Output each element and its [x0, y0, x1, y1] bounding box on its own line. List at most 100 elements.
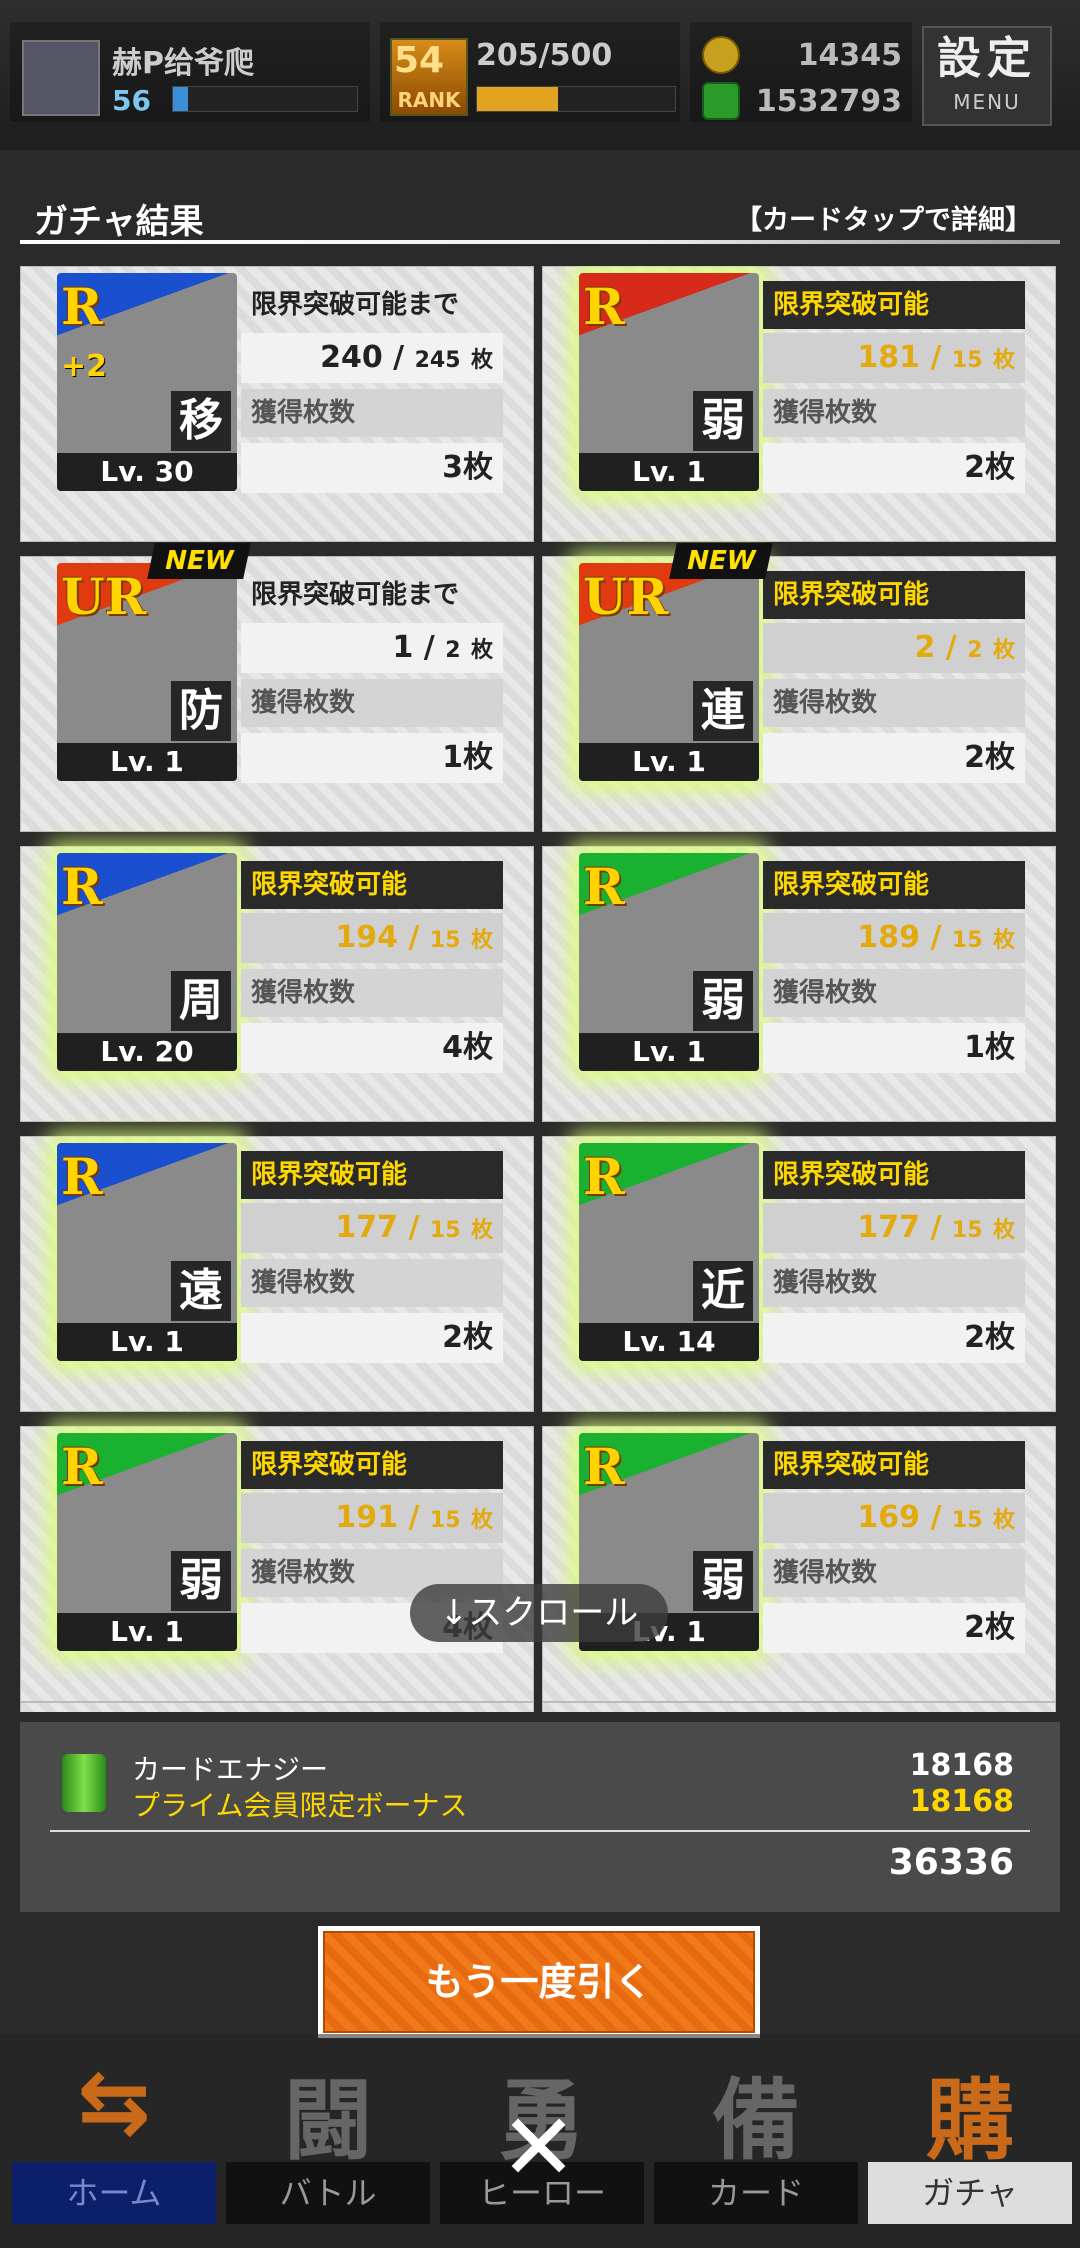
type-kanji: 移	[171, 391, 231, 451]
energy-count: 1532793	[755, 84, 902, 119]
page-title: ガチャ結果	[34, 202, 204, 242]
nav-home-label: ホーム	[12, 2162, 216, 2224]
obtained-count: 4枚	[241, 1023, 503, 1073]
limit-break-status: 限界突破可能	[763, 861, 1025, 909]
card-thumbnail[interactable]: R 弱 Lv. 1	[579, 273, 759, 491]
close-icon[interactable]: ✕	[500, 2102, 577, 2194]
nav-home[interactable]: ⇆ ホーム	[8, 2040, 220, 2240]
rarity-badge: R	[583, 1147, 625, 1206]
limit-break-status: 限界突破可能	[763, 281, 1025, 329]
type-kanji: 連	[693, 681, 753, 741]
nav-card[interactable]: 備 カード	[650, 2040, 862, 2240]
limit-break-status: 限界突破可能まで	[251, 290, 460, 320]
obtained-count: 2枚	[763, 1313, 1025, 1363]
card-thumbnail[interactable]: UR 防 Lv. 1	[57, 563, 237, 781]
type-kanji: 近	[693, 1261, 753, 1321]
card-result-tile[interactable]: R 弱 Lv. 1 限界突破可能 191 / 15 枚 獲得枚数 4枚	[20, 1426, 534, 1702]
player-name: 赫P给爷爬	[112, 46, 254, 81]
card-result-tile-partial[interactable]	[20, 1702, 534, 1712]
owned-count: 240 / 245 枚	[241, 333, 503, 383]
card-level: Lv. 20	[57, 1033, 237, 1071]
obtained-label: 獲得枚数	[763, 679, 1025, 727]
card-thumbnail[interactable]: R +2 移 Lv. 30	[57, 273, 237, 491]
nav-battle[interactable]: 闘 バトル	[222, 2040, 434, 2240]
card-result-tile[interactable]: R +2 移 Lv. 30 限界突破可能まで 240 / 245 枚 獲得枚数 …	[20, 266, 534, 542]
rank-bar	[476, 86, 676, 112]
menu-kanji: 設定	[937, 33, 1037, 84]
nav-gacha-label: ガチャ	[868, 2162, 1072, 2224]
obtained-label: 獲得枚数	[241, 679, 503, 727]
owned-count: 177 / 15 枚	[241, 1203, 503, 1253]
gacha-icon: 購	[925, 2069, 1014, 2172]
owned-count: 169 / 15 枚	[763, 1493, 1025, 1543]
card-result-tile[interactable]: R 周 Lv. 20 限界突破可能 194 / 15 枚 獲得枚数 4枚	[20, 846, 534, 1122]
bonus-value: 18168	[909, 1784, 1014, 1819]
owned-count: 189 / 15 枚	[763, 913, 1025, 963]
obtained-label: 獲得枚数	[763, 389, 1025, 437]
plus-badge: +2	[61, 349, 108, 384]
obtained-label: 獲得枚数	[241, 969, 503, 1017]
card-thumbnail[interactable]: R 遠 Lv. 1	[57, 1143, 237, 1361]
card-level: Lv. 1	[57, 1323, 237, 1361]
new-badge: NEW	[669, 543, 774, 579]
bonus-label: プライム会員限定ボーナス	[132, 1789, 468, 1822]
menu-label: MENU	[953, 90, 1021, 114]
card-level: Lv. 30	[57, 453, 237, 491]
obtained-label: 獲得枚数	[763, 969, 1025, 1017]
card-thumbnail[interactable]: R 弱 Lv. 1	[579, 853, 759, 1071]
card-thumbnail[interactable]: R 近 Lv. 14	[579, 1143, 759, 1361]
rarity-badge: R	[61, 857, 103, 916]
card-thumbnail[interactable]: R 周 Lv. 20	[57, 853, 237, 1071]
energy-divider	[50, 1830, 1030, 1832]
nav-gacha[interactable]: 購 ガチャ	[864, 2040, 1076, 2240]
card-result-tile[interactable]: R 弱 Lv. 1 限界突破可能 189 / 15 枚 獲得枚数 1枚	[542, 846, 1056, 1122]
rarity-badge: R	[61, 1437, 103, 1496]
card-level: Lv. 1	[57, 1613, 237, 1651]
limit-break-status: 限界突破可能	[763, 571, 1025, 619]
limit-break-status: 限界突破可能	[241, 861, 503, 909]
obtained-label: 獲得枚数	[763, 1549, 1025, 1597]
type-kanji: 防	[171, 681, 231, 741]
rarity-badge: R	[583, 277, 625, 336]
energy-summary: カードエナジー プライム会員限定ボーナス 18168 18168 36336	[20, 1722, 1060, 1912]
obtained-label: 獲得枚数	[241, 389, 503, 437]
gacha-results-grid[interactable]: R +2 移 Lv. 30 限界突破可能まで 240 / 245 枚 獲得枚数 …	[20, 266, 1060, 1712]
limit-break-status: 限界突破可能	[241, 1441, 503, 1489]
owned-count: 177 / 15 枚	[763, 1203, 1025, 1253]
card-result-tile[interactable]: R 弱 Lv. 1 限界突破可能 169 / 15 枚 獲得枚数 2枚	[542, 1426, 1056, 1702]
card-result-tile[interactable]: R 近 Lv. 14 限界突破可能 177 / 15 枚 獲得枚数 2枚	[542, 1136, 1056, 1412]
rarity-badge: R	[61, 277, 103, 336]
card-level: Lv. 1	[579, 743, 759, 781]
obtained-count: 2枚	[763, 733, 1025, 783]
card-icon: 備	[711, 2069, 800, 2172]
scroll-hint: ↓スクロール	[410, 1584, 668, 1642]
card-result-tile-partial[interactable]	[542, 1702, 1056, 1712]
draw-again-button[interactable]: もう一度引く	[318, 1926, 760, 2038]
type-kanji: 弱	[693, 391, 753, 451]
obtained-count: 1枚	[763, 1023, 1025, 1073]
type-kanji: 弱	[693, 1551, 753, 1611]
owned-count: 194 / 15 枚	[241, 913, 503, 963]
energy-total: 36336	[888, 1842, 1014, 1883]
card-result-tile[interactable]: UR 防 Lv. 1 NEW 限界突破可能まで 1 / 2 枚 獲得枚数 1枚	[20, 543, 534, 832]
obtained-count: 3枚	[241, 443, 503, 493]
energy-value: 18168	[909, 1748, 1014, 1783]
obtained-count: 2枚	[763, 1603, 1025, 1653]
obtained-label: 獲得枚数	[763, 1259, 1025, 1307]
card-thumbnail[interactable]: R 弱 Lv. 1	[57, 1433, 237, 1651]
owned-count: 2 / 2 枚	[763, 623, 1025, 673]
rank-value: 54	[394, 40, 445, 81]
card-result-tile[interactable]: R 弱 Lv. 1 限界突破可能 181 / 15 枚 獲得枚数 2枚	[542, 266, 1056, 542]
card-tap-hint: 【カードタップで詳細】	[735, 205, 1032, 236]
draw-again-label: もう一度引く	[323, 1931, 755, 2033]
type-kanji: 弱	[171, 1551, 231, 1611]
card-result-tile[interactable]: R 遠 Lv. 1 限界突破可能 177 / 15 枚 獲得枚数 2枚	[20, 1136, 534, 1412]
card-thumbnail[interactable]: UR 連 Lv. 1	[579, 563, 759, 781]
rarity-badge: R	[583, 1437, 625, 1496]
rank-progress: 205/500	[476, 38, 613, 73]
menu-button[interactable]: 設定 MENU	[922, 26, 1052, 126]
player-avatar[interactable]	[22, 40, 100, 116]
obtained-label: 獲得枚数	[241, 1259, 503, 1307]
card-result-tile[interactable]: UR 連 Lv. 1 NEW 限界突破可能 2 / 2 枚 獲得枚数 2枚	[542, 543, 1056, 832]
home-icon: ⇆	[77, 2050, 151, 2153]
